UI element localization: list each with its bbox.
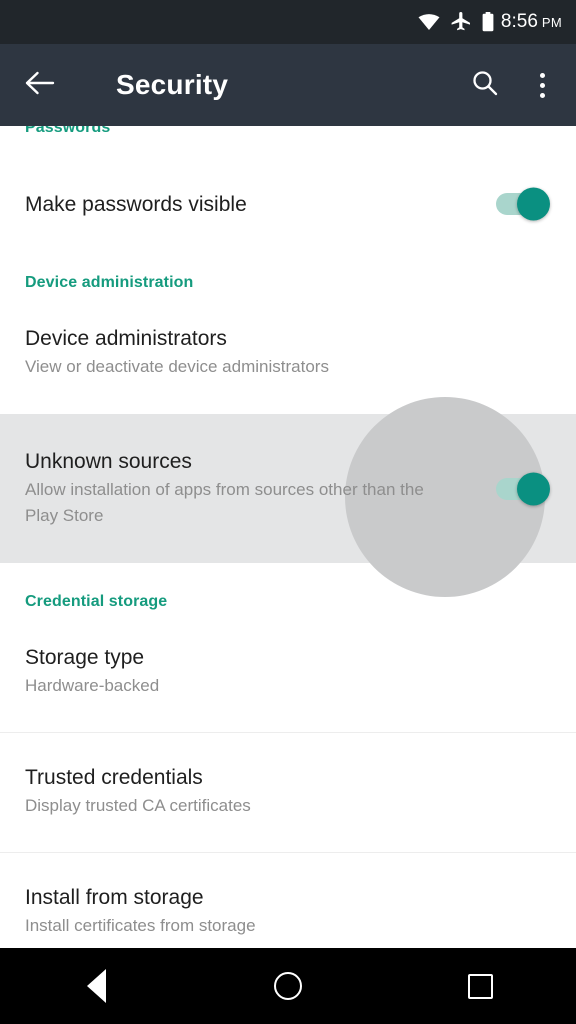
list-item-subtitle: Display trusted CA certificates	[25, 795, 251, 815]
list-item-device-administrators[interactable]: Device administrators View or deactivate…	[0, 308, 576, 396]
nav-home-button[interactable]	[228, 948, 348, 1024]
status-bar-icons	[418, 12, 494, 32]
app-bar: Security	[0, 44, 576, 126]
overflow-menu-icon	[539, 72, 545, 98]
list-item-title: Storage type	[25, 645, 145, 669]
nav-back-button[interactable]	[36, 948, 156, 1024]
clock-meridiem: PM	[541, 15, 562, 30]
android-security-settings-screen: 8:56 PM Security Passwords Make password…	[0, 0, 576, 1024]
nav-recents-button[interactable]	[420, 948, 540, 1024]
back-triangle-icon	[86, 969, 106, 1003]
make-passwords-visible-switch[interactable]	[496, 187, 550, 221]
list-item-trusted-credentials[interactable]: Trusted credentials Display trusted CA c…	[0, 747, 576, 835]
recents-square-icon	[467, 973, 493, 999]
list-item-title: Unknown sources	[25, 450, 192, 473]
list-item-title: Make passwords visible	[25, 192, 247, 216]
list-item-subtitle: Hardware-backed	[25, 675, 160, 695]
list-item-storage-type[interactable]: Storage type Hardware-backed	[0, 627, 576, 715]
section-header-device-administration: Device administration	[25, 274, 194, 291]
overflow-menu-button[interactable]	[514, 44, 570, 126]
home-circle-icon	[274, 972, 302, 1000]
settings-list[interactable]: Passwords Make passwords visible Device …	[0, 126, 576, 948]
status-bar: 8:56 PM	[0, 0, 576, 44]
back-arrow-icon	[25, 70, 55, 101]
section-header-passwords: Passwords	[25, 126, 111, 136]
list-item-title: Install from storage	[25, 885, 204, 909]
list-item-subtitle: Allow installation of apps from sources …	[25, 480, 424, 525]
switch-thumb	[517, 187, 550, 221]
list-item-install-from-storage[interactable]: Install from storage Install certificate…	[0, 867, 576, 948]
clock-time: 8:56	[500, 11, 538, 32]
airplane-mode-icon	[451, 12, 471, 32]
wifi-icon	[418, 13, 440, 31]
system-navigation-bar	[0, 948, 576, 1024]
list-item-make-passwords-visible[interactable]: Make passwords visible	[0, 152, 576, 256]
list-item-unknown-sources[interactable]: Unknown sources Allow installation of ap…	[0, 397, 576, 597]
list-divider	[0, 852, 576, 853]
unknown-sources-switch[interactable]	[496, 472, 550, 506]
back-button[interactable]	[0, 44, 80, 126]
section-header-credential-storage: Credential storage	[25, 593, 168, 610]
list-item-title: Device administrators	[25, 326, 227, 350]
battery-icon	[482, 12, 494, 32]
status-bar-clock: 8:56 PM	[501, 11, 562, 33]
list-item-subtitle: View or deactivate device administrators	[25, 356, 329, 376]
list-divider	[0, 732, 576, 733]
switch-thumb	[517, 472, 550, 505]
list-item-title: Trusted credentials	[25, 765, 203, 789]
list-item-subtitle: Install certificates from storage	[25, 915, 256, 935]
search-icon	[471, 69, 499, 102]
page-title: Security	[116, 69, 229, 100]
search-button[interactable]	[456, 44, 514, 126]
